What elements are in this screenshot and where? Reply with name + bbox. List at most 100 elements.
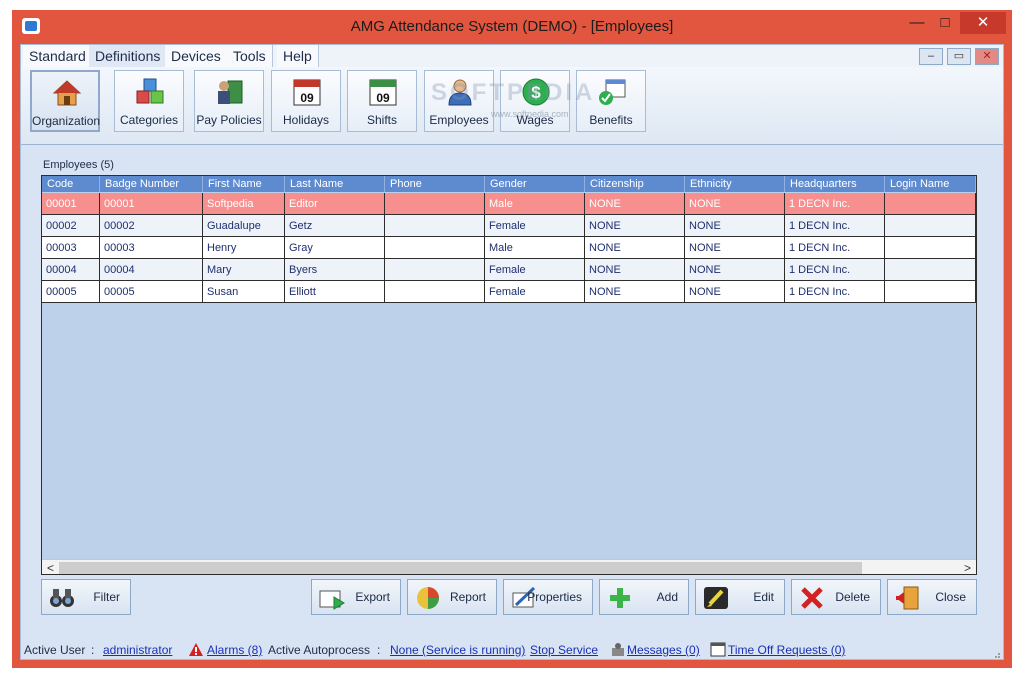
column-header-badge-number[interactable]: Badge Number	[100, 176, 203, 192]
alarms-link[interactable]: Alarms (8)	[207, 643, 262, 657]
column-header-phone[interactable]: Phone	[385, 176, 485, 192]
add-label: Add	[656, 590, 678, 604]
table-row[interactable]: 00005 00005 Susan Elliott Female NONE NO…	[42, 281, 976, 303]
cell-ethnicity: NONE	[685, 281, 785, 303]
cell-citizenship: NONE	[585, 259, 685, 281]
menu-devices[interactable]: Devices	[165, 45, 228, 67]
title-bar[interactable]: AMG Attendance System (DEMO) - [Employee…	[12, 10, 1012, 44]
categories-button[interactable]: Categories	[114, 70, 184, 132]
house-icon	[52, 80, 82, 106]
menu-definitions[interactable]: Definitions	[89, 45, 168, 67]
cell-first-name: Henry	[203, 237, 285, 259]
export-label: Export	[355, 590, 390, 604]
mdi-restore-button[interactable]: ▭	[947, 48, 971, 65]
cell-citizenship: NONE	[585, 193, 685, 215]
cell-login-name	[885, 281, 976, 303]
cell-badge-number: 00004	[100, 259, 203, 281]
export-button[interactable]: Export	[311, 579, 401, 615]
cell-headquarters: 1 DECN Inc.	[785, 193, 885, 215]
alarm-warning-icon	[189, 643, 203, 656]
cell-code: 00005	[42, 281, 100, 303]
window-title: AMG Attendance System (DEMO) - [Employee…	[350, 18, 674, 35]
cell-first-name: Mary	[203, 259, 285, 281]
close-button[interactable]: Close	[887, 579, 977, 615]
window-maximize-button[interactable]: □	[932, 12, 958, 34]
employees-grid[interactable]: Code Badge Number First Name Last Name P…	[41, 175, 977, 575]
cell-phone	[385, 237, 485, 259]
stop-service-link[interactable]: Stop Service	[530, 643, 598, 657]
close-label: Close	[935, 590, 966, 604]
column-header-gender[interactable]: Gender	[485, 176, 585, 192]
mdi-minimize-button[interactable]: –	[919, 48, 943, 65]
cell-citizenship: NONE	[585, 215, 685, 237]
column-header-login-name[interactable]: Login Name	[885, 176, 976, 192]
column-header-citizenship[interactable]: Citizenship	[585, 176, 685, 192]
filter-button[interactable]: Filter	[41, 579, 131, 615]
softpedia-watermark-url: www.softpedia.com	[491, 109, 569, 119]
exit-door-icon	[896, 586, 919, 610]
scroll-right-arrow-icon[interactable]: >	[959, 560, 976, 574]
cell-phone	[385, 193, 485, 215]
plus-icon	[610, 588, 630, 608]
menu-tools[interactable]: Tools	[227, 45, 273, 67]
cell-login-name	[885, 237, 976, 259]
horizontal-scrollbar[interactable]: < >	[42, 559, 976, 574]
column-header-headquarters[interactable]: Headquarters	[785, 176, 885, 192]
holidays-button[interactable]: 09 Holidays	[271, 70, 341, 132]
cell-badge-number: 00002	[100, 215, 203, 237]
column-header-ethnicity[interactable]: Ethnicity	[685, 176, 785, 192]
table-row[interactable]: 00004 00004 Mary Byers Female NONE NONE …	[42, 259, 976, 281]
cell-login-name	[885, 193, 976, 215]
table-row[interactable]: 00001 00001 Softpedia Editor Male NONE N…	[42, 193, 976, 215]
pay-policies-button[interactable]: Pay Policies	[194, 70, 264, 132]
shifts-button[interactable]: 09 Shifts	[347, 70, 417, 132]
window-close-button[interactable]: ✕	[960, 12, 1006, 34]
cell-headquarters: 1 DECN Inc.	[785, 259, 885, 281]
report-label: Report	[449, 590, 486, 604]
table-row[interactable]: 00002 00002 Guadalupe Getz Female NONE N…	[42, 215, 976, 237]
cell-badge-number: 00003	[100, 237, 203, 259]
client-area: Standard Definitions Devices Tools Help …	[20, 44, 1004, 660]
active-user-link[interactable]: administrator	[103, 643, 172, 657]
column-header-last-name[interactable]: Last Name	[285, 176, 385, 192]
menu-bar: Standard Definitions Devices Tools Help …	[21, 45, 1003, 67]
cell-code: 00002	[42, 215, 100, 237]
cell-gender: Female	[485, 259, 585, 281]
window-minimize-button[interactable]: —	[904, 12, 930, 34]
autoprocess-separator: :	[377, 643, 381, 657]
pay-policies-label: Pay Policies	[196, 113, 262, 127]
export-icon	[319, 590, 345, 610]
scrollbar-thumb[interactable]	[59, 562, 862, 574]
resize-grip-icon[interactable]	[991, 649, 1001, 659]
autoprocess-status-link[interactable]: None (Service is running)	[390, 643, 525, 657]
column-header-code[interactable]: Code	[42, 176, 100, 192]
column-header-first-name[interactable]: First Name	[203, 176, 285, 192]
messages-icon	[612, 643, 624, 656]
organization-button[interactable]: Organization	[30, 70, 100, 132]
cell-gender: Female	[485, 215, 585, 237]
time-off-requests-link[interactable]: Time Off Requests (0)	[728, 643, 845, 657]
add-button[interactable]: Add	[599, 579, 689, 615]
cell-ethnicity: NONE	[685, 259, 785, 281]
cell-gender: Male	[485, 237, 585, 259]
properties-button[interactable]: Properties	[503, 579, 593, 615]
menu-standard[interactable]: Standard	[23, 45, 93, 67]
mdi-close-button[interactable]: ✕	[975, 48, 999, 65]
softpedia-watermark: SOFTPEDIA	[431, 79, 596, 106]
messages-link[interactable]: Messages (0)	[627, 643, 700, 657]
edit-button[interactable]: Edit	[695, 579, 785, 615]
time-off-calendar-icon	[710, 642, 726, 657]
table-row[interactable]: 00003 00003 Henry Gray Male NONE NONE 1 …	[42, 237, 976, 259]
report-button[interactable]: Report	[407, 579, 497, 615]
scroll-left-arrow-icon[interactable]: <	[42, 560, 59, 574]
active-user-label: Active User	[24, 643, 86, 657]
pie-chart-icon	[417, 587, 439, 609]
delete-button[interactable]: Delete	[791, 579, 881, 615]
cell-first-name: Softpedia	[203, 193, 285, 215]
edit-label: Edit	[753, 590, 774, 604]
active-user-separator: :	[91, 643, 95, 657]
employees-label: Employees	[429, 113, 489, 127]
cell-ethnicity: NONE	[685, 237, 785, 259]
menu-help[interactable]: Help	[277, 45, 319, 67]
toolbar-ribbon: Organization Categories Pay Policies 09 …	[21, 67, 1003, 145]
